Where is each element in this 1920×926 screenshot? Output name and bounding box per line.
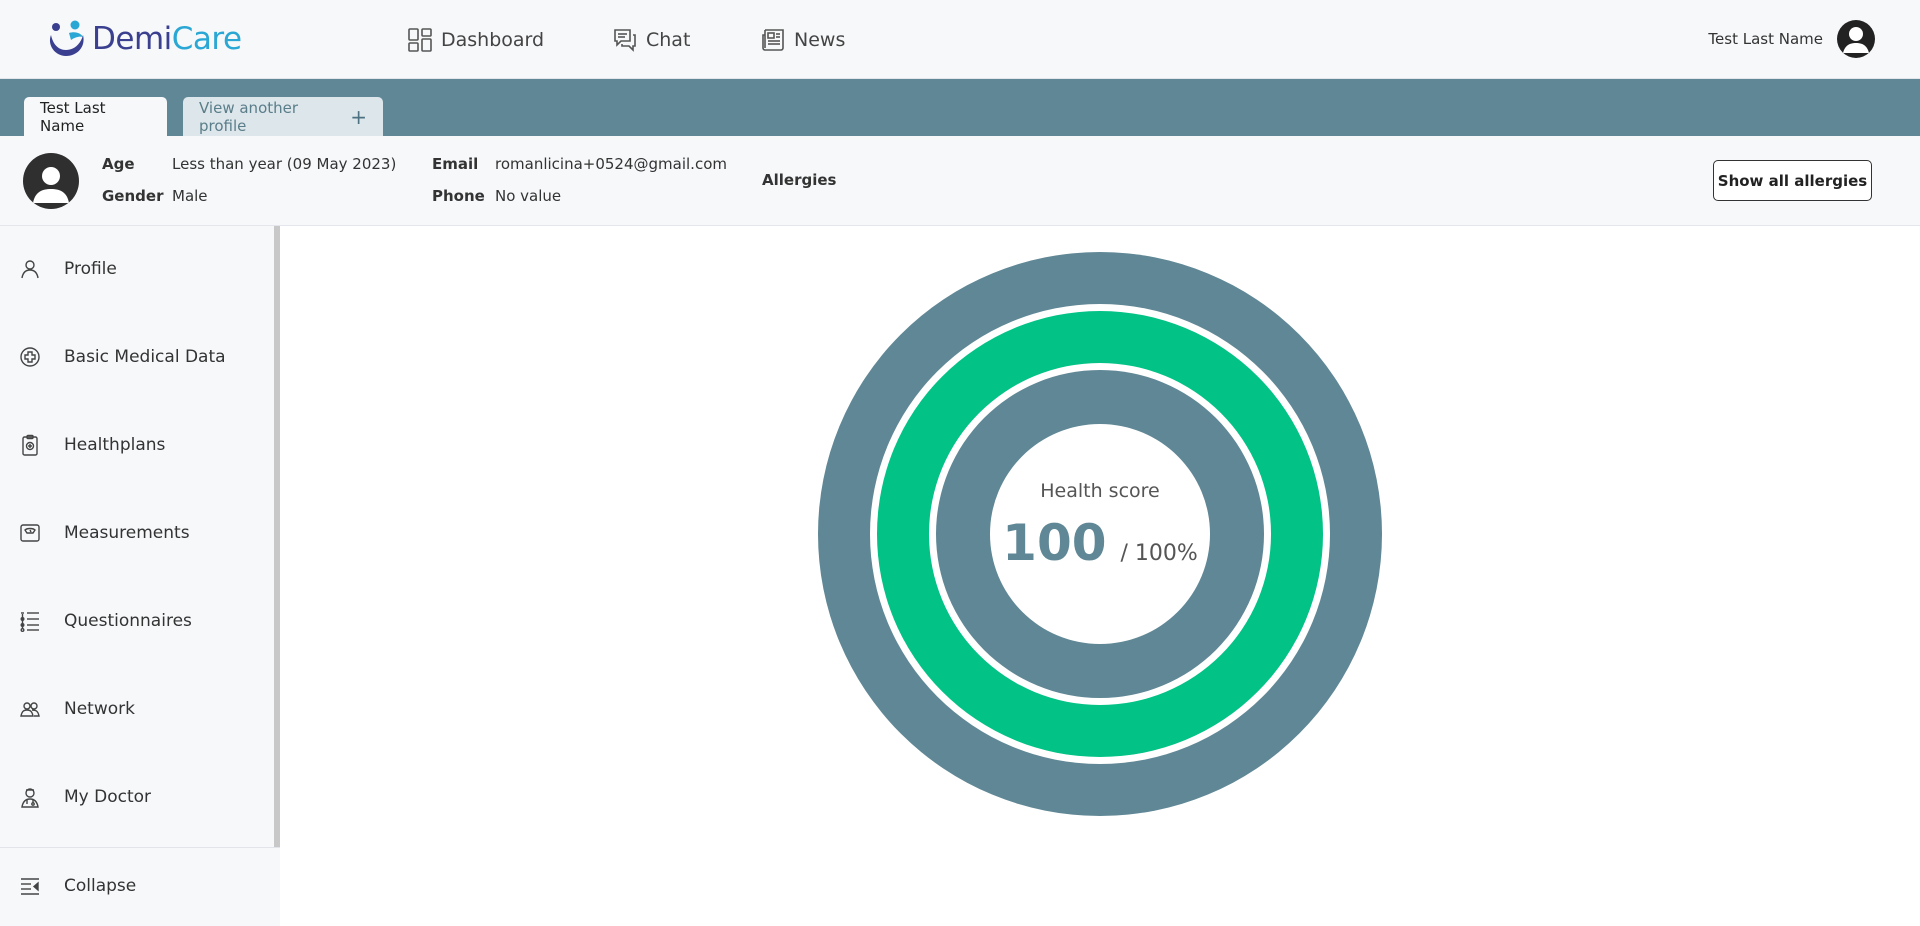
demicare-logo[interactable]: DemiCare <box>45 19 242 59</box>
sidebar: Profile Basic Medical Data Healthplans M… <box>0 226 280 926</box>
allergies-label: Allergies <box>762 171 837 189</box>
logo-text: DemiCare <box>92 21 242 57</box>
sidebar-item-basic-medical-data[interactable]: Basic Medical Data <box>0 327 274 387</box>
sidebar-item-network[interactable]: Network <box>0 679 274 739</box>
profile-avatar-icon <box>33 167 69 203</box>
health-score-title: Health score <box>1040 480 1160 502</box>
logo-mark-icon <box>49 20 84 56</box>
news-icon <box>762 29 784 51</box>
tab-view-another-profile[interactable]: View another profile + <box>183 97 383 136</box>
list-icon <box>20 612 39 632</box>
sidebar-collapse-button[interactable]: Collapse <box>0 856 274 916</box>
nav-chat[interactable]: Chat <box>612 26 690 54</box>
gender-value: Male <box>172 187 208 205</box>
plus-icon: + <box>350 104 367 129</box>
sidebar-item-label: My Doctor <box>64 787 152 807</box>
phone-label: Phone <box>432 187 485 205</box>
profile-info-bar: Age Less than year (09 May 2023) Gender … <box>0 136 1920 226</box>
sidebar-item-my-doctor[interactable]: My Doctor <box>0 767 274 827</box>
health-score-value: 100 <box>1002 514 1107 572</box>
profile-avatar <box>23 153 79 209</box>
sidebar-item-label: Basic Medical Data <box>64 347 226 367</box>
scale-icon <box>20 524 40 542</box>
sidebar-item-label: Measurements <box>64 523 190 543</box>
sidebar-item-label: Questionnaires <box>64 611 192 631</box>
clipboard-icon <box>22 434 38 456</box>
nav-dashboard[interactable]: Dashboard <box>407 26 544 54</box>
nav-chat-label: Chat <box>646 29 691 51</box>
nav-news-label: News <box>794 29 846 51</box>
user-avatar-icon <box>1843 27 1869 53</box>
health-score-max: / 100% <box>1120 541 1198 566</box>
dashboard-icon <box>408 28 432 52</box>
user-avatar[interactable] <box>1837 20 1875 58</box>
medical-cross-icon <box>20 347 40 367</box>
age-value: Less than year (09 May 2023) <box>172 155 397 173</box>
top-navigation-bar: DemiCare Dashboard Chat News Test Last N… <box>0 0 1920 79</box>
tab-current-profile-label: Test Last Name <box>40 98 106 135</box>
person-icon <box>21 260 39 279</box>
user-name: Test Last Name <box>1708 30 1823 48</box>
sidebar-divider <box>0 847 280 848</box>
sidebar-collapse-label: Collapse <box>64 876 137 896</box>
age-label: Age <box>102 155 135 173</box>
sidebar-item-measurements[interactable]: Measurements <box>0 503 274 563</box>
tab-view-another-profile-label: View another profile <box>199 98 299 135</box>
nav-news[interactable]: News <box>760 26 845 54</box>
sidebar-item-questionnaires[interactable]: Questionnaires <box>0 591 274 651</box>
doctor-icon <box>21 788 39 808</box>
logo-text-demi: Demi <box>92 21 172 57</box>
sidebar-item-healthplans[interactable]: Healthplans <box>0 415 274 475</box>
chat-icon <box>614 29 636 52</box>
nav-dashboard-label: Dashboard <box>441 29 545 51</box>
logo-text-care: Care <box>171 21 242 57</box>
people-icon <box>20 702 40 717</box>
health-score-chart: Health score 100 / 100% <box>818 252 1382 816</box>
email-value: romanlicina+0524@gmail.com <box>495 155 727 173</box>
email-label: Email <box>432 155 479 173</box>
sidebar-item-profile[interactable]: Profile <box>0 239 274 299</box>
profile-tab-strip: Test Last Name View another profile + <box>0 79 1920 136</box>
gender-label: Gender <box>102 187 164 205</box>
health-score-value-row: 100 / 100% <box>818 514 1382 572</box>
collapse-icon <box>21 878 39 895</box>
phone-value: No value <box>495 187 562 205</box>
tab-current-profile[interactable]: Test Last Name <box>24 97 167 136</box>
user-menu[interactable]: Test Last Name <box>1708 20 1875 58</box>
sidebar-item-label: Healthplans <box>64 435 166 455</box>
sidebar-item-label: Profile <box>64 259 117 279</box>
sidebar-item-label: Network <box>64 699 135 719</box>
show-all-allergies-button[interactable]: Show all allergies <box>1713 160 1872 201</box>
main-content: Health score 100 / 100% <box>280 226 1920 926</box>
